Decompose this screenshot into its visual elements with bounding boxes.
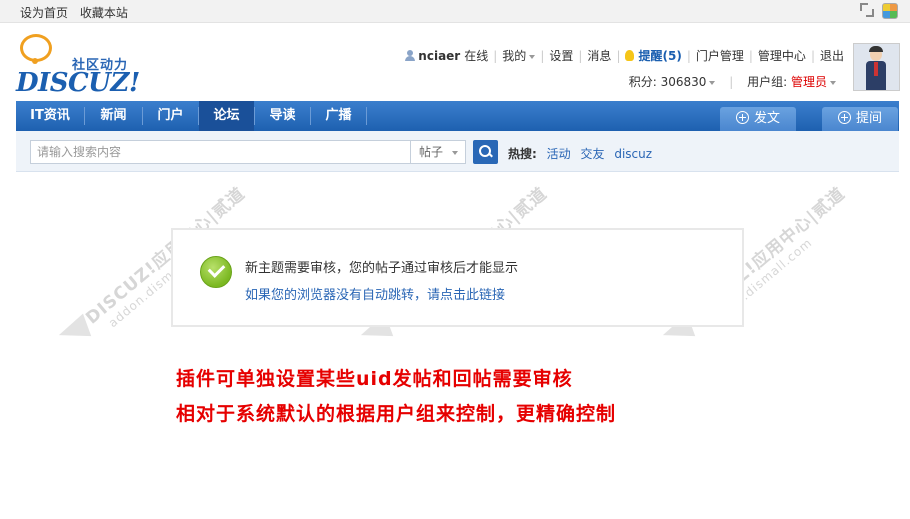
my-menu-label: 我的 bbox=[502, 49, 527, 63]
notice-text: 新主题需要审核，您的帖子通过审核后才能显示 bbox=[245, 261, 519, 276]
redirect-link[interactable]: 如果您的浏览器没有自动跳转，请点击此链接 bbox=[245, 284, 505, 303]
search-input[interactable] bbox=[30, 140, 410, 164]
settings-link[interactable]: 设置 bbox=[549, 47, 573, 64]
nav-item-it-news[interactable]: IT资讯 bbox=[16, 101, 84, 131]
separator: | bbox=[616, 48, 621, 63]
separator: | bbox=[729, 75, 734, 89]
search-type-value: 帖子 bbox=[419, 145, 444, 159]
search-icon-handle bbox=[488, 152, 493, 158]
plus-circle-icon bbox=[837, 111, 851, 124]
top-links: 设为首页 收藏本站 bbox=[20, 4, 136, 21]
usergroup-menu[interactable]: 管理员 bbox=[791, 75, 836, 89]
checkmark-icon bbox=[200, 256, 232, 288]
hot-search-label: 热搜: bbox=[508, 147, 537, 161]
ask-question-button[interactable]: 提间 bbox=[822, 107, 898, 131]
user-icon bbox=[405, 50, 416, 61]
top-utility-bar: 设为首页 收藏本站 bbox=[0, 0, 910, 23]
remind-link[interactable]: 提醒(5) bbox=[638, 47, 681, 64]
separator: | bbox=[686, 48, 691, 63]
search-bar: 帖子 热搜: 活动 交友 discuz bbox=[16, 131, 899, 172]
hot-term-discuz[interactable]: discuz bbox=[614, 147, 652, 161]
credits-menu[interactable]: 积分: 306830 bbox=[629, 75, 716, 89]
portal-manage-link[interactable]: 门户管理 bbox=[696, 47, 744, 64]
username-link[interactable]: nciaer bbox=[418, 49, 460, 63]
separator: | bbox=[540, 48, 545, 63]
separator: | bbox=[748, 48, 753, 63]
chevron-down-icon bbox=[709, 80, 716, 85]
nav-item-forum[interactable]: 论坛 bbox=[199, 101, 254, 131]
annotation-line-2: 相对于系统默认的根据用户组来控制，更精确控制 bbox=[176, 403, 617, 425]
site-logo[interactable]: 社区动力 DISCUZ! bbox=[16, 34, 146, 98]
separator: | bbox=[493, 48, 498, 63]
usergroup-label: 用户组: bbox=[747, 75, 788, 89]
post-article-label: 发文 bbox=[753, 111, 780, 126]
user-bar: nciaer 在线 | 我的 | 设置 | 消息 | 提醒(5) | 门户管理 … bbox=[405, 47, 844, 64]
search-type-select[interactable]: 帖子 bbox=[410, 140, 466, 164]
admin-center-link[interactable]: 管理中心 bbox=[758, 47, 806, 64]
hot-term-dating[interactable]: 交友 bbox=[580, 147, 604, 161]
bookmark-link[interactable]: 收藏本站 bbox=[80, 6, 128, 20]
avatar-hair bbox=[869, 46, 883, 52]
chevron-down-icon bbox=[452, 151, 458, 155]
avatar[interactable] bbox=[853, 43, 900, 91]
color-theme-icon[interactable] bbox=[882, 3, 898, 19]
my-menu[interactable]: 我的 bbox=[502, 47, 536, 64]
avatar-tie bbox=[874, 62, 878, 76]
credits-value: 积分: 306830 bbox=[628, 75, 707, 89]
fullscreen-icon[interactable] bbox=[860, 3, 874, 17]
nav-item-portal[interactable]: 门户 bbox=[143, 101, 198, 131]
nav-item-guide[interactable]: 导读 bbox=[255, 101, 310, 131]
watermark-arrow bbox=[54, 313, 92, 347]
ask-question-label: 提间 bbox=[855, 111, 882, 126]
hot-search: 热搜: 活动 交友 discuz bbox=[508, 145, 658, 162]
hot-term-activity[interactable]: 活动 bbox=[547, 147, 571, 161]
logout-link[interactable]: 退出 bbox=[820, 47, 844, 64]
top-icons bbox=[860, 3, 898, 19]
plus-circle-icon bbox=[735, 111, 749, 124]
logo-wordmark: DISCUZ! bbox=[16, 68, 140, 98]
nav-item-news[interactable]: 新闻 bbox=[85, 101, 142, 131]
separator: | bbox=[578, 48, 583, 63]
separator: | bbox=[810, 48, 815, 63]
post-article-button[interactable]: 发文 bbox=[720, 107, 796, 131]
speech-bubble-tail bbox=[32, 58, 38, 64]
moderation-notice: 新主题需要审核，您的帖子通过审核后才能显示 如果您的浏览器没有自动跳转，请点击此… bbox=[171, 228, 744, 327]
search-button[interactable] bbox=[473, 140, 498, 164]
messages-link[interactable]: 消息 bbox=[587, 47, 611, 64]
nav-item-broadcast[interactable]: 广播 bbox=[311, 101, 366, 131]
online-status: 在线 bbox=[464, 49, 489, 63]
chevron-down-icon bbox=[830, 80, 836, 85]
set-homepage-link[interactable]: 设为首页 bbox=[20, 6, 68, 20]
main-nav: IT资讯 新闻 门户 论坛 导读 广播 发文 提间 bbox=[16, 101, 899, 131]
chevron-down-icon bbox=[529, 54, 536, 59]
usergroup-value: 管理员 bbox=[790, 75, 827, 89]
lightbulb-icon bbox=[625, 50, 635, 61]
user-stats: 积分: 306830 | 用户组: 管理员 bbox=[629, 73, 836, 90]
annotation-line-1: 插件可单独设置某些uid发帖和回帖需要审核 bbox=[176, 368, 573, 390]
nav-divider bbox=[366, 107, 367, 125]
